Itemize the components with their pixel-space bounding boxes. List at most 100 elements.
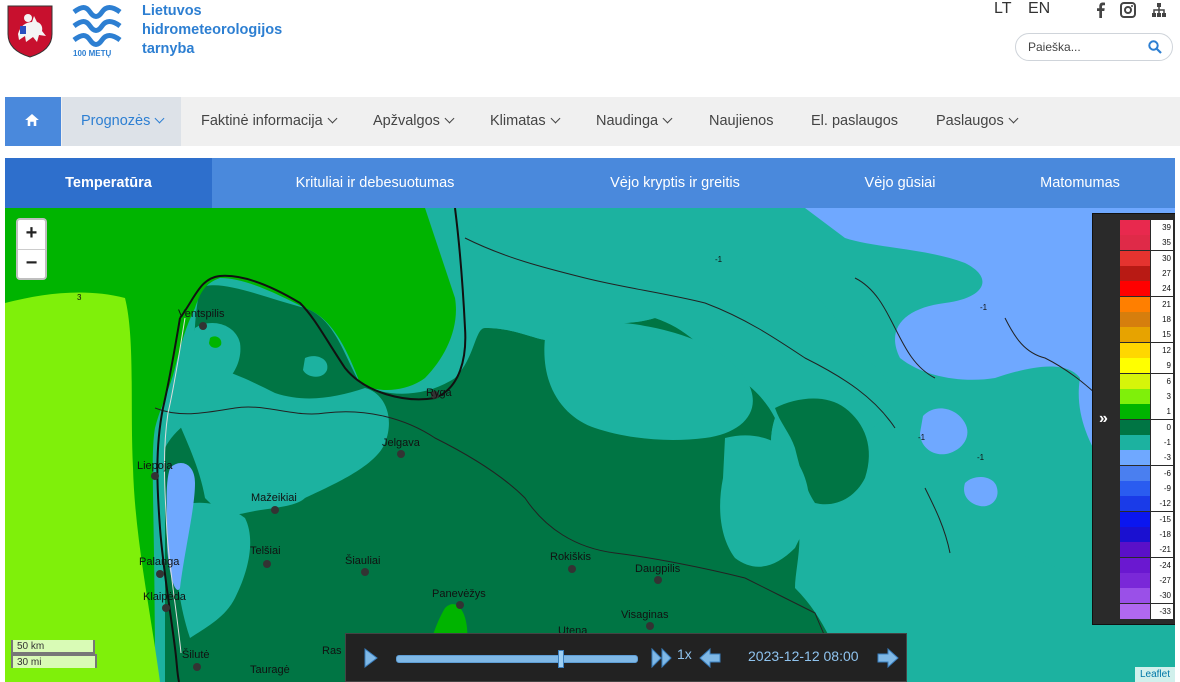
org-name-line: Lietuvos (142, 3, 202, 19)
nav-item-paslaugos[interactable]: Paslaugos (936, 97, 1019, 146)
legend-label: -27 (1151, 573, 1173, 589)
tab-temperatura[interactable]: Temperatūra (5, 158, 212, 208)
nav-home-button[interactable] (5, 97, 61, 146)
nav-item-apzvalgos[interactable]: Apžvalgos (373, 97, 455, 146)
logo-caption: 100 METŲ (73, 49, 112, 58)
chevron-down-icon (154, 113, 165, 124)
search-icon[interactable] (1148, 40, 1162, 54)
time-player: 1x 2023-12-12 08:00 (345, 633, 907, 682)
legend-swatch (1120, 557, 1150, 573)
tab-krituliai[interactable]: Krituliai ir debesuotumas (255, 158, 495, 208)
temperature-legend: » 39 35 30 27 24 21 18 15 12 9 6 3 1 0 -1 -3 -6 -9 -12 -15-… (1092, 213, 1175, 625)
legend-label: -12 (1151, 496, 1173, 512)
legend-swatch (1120, 235, 1150, 251)
chevron-down-icon (1008, 113, 1019, 124)
nav-item-naudinga[interactable]: Naudinga (596, 97, 673, 146)
leaflet-attribution-link[interactable]: Leaflet (1134, 667, 1175, 682)
nav-item-label: Naujienos (709, 113, 774, 129)
city-marker[interactable] (654, 576, 662, 584)
city-marker[interactable] (271, 506, 279, 514)
nav-item-label: El. paslaugos (811, 113, 899, 129)
legend-swatch (1120, 527, 1150, 542)
legend-label: 1 (1151, 404, 1173, 420)
legend-label: 12 (1151, 342, 1173, 358)
sitemap-icon[interactable] (1151, 2, 1167, 18)
zoom-out-button[interactable]: − (18, 250, 45, 279)
map-label: -1 (918, 433, 926, 442)
city-label: Šiauliai (345, 555, 381, 567)
legend-label: 27 (1151, 266, 1173, 282)
city-label: Palanga (139, 556, 180, 568)
city-label: Rokiškis (550, 551, 591, 563)
legend-swatch (1120, 542, 1150, 558)
city-label: Telšiai (250, 545, 281, 557)
nav-item-naujienos[interactable]: Naujienos (709, 97, 774, 146)
city-marker[interactable] (199, 322, 207, 330)
city-label: Ryga (426, 387, 452, 399)
scale-mi: 30 mi (11, 654, 97, 668)
forecast-tabs: Temperatūra Krituliai ir debesuotumas Vė… (5, 158, 1175, 208)
facebook-icon[interactable] (1093, 2, 1109, 18)
zoom-in-button[interactable]: + (18, 220, 45, 250)
lang-lt-link[interactable]: LT (994, 0, 1011, 18)
nav-item-label: Paslaugos (936, 113, 1004, 129)
search-box (1015, 33, 1173, 61)
lang-en-link[interactable]: EN (1028, 0, 1050, 18)
nav-item-label: Klimatas (490, 113, 546, 129)
city-label: Šilutė (182, 649, 210, 661)
play-icon[interactable] (364, 648, 378, 668)
city-marker[interactable] (397, 450, 405, 458)
legend-swatch (1120, 404, 1150, 420)
legend-label: 0 (1151, 419, 1173, 435)
legend-label: 30 (1151, 250, 1173, 266)
arrow-left-icon[interactable] (698, 647, 722, 669)
legend-swatch (1120, 496, 1150, 512)
legend-label: -21 (1151, 542, 1173, 558)
nav-item-label: Apžvalgos (373, 113, 440, 129)
site-header: 100 METŲ Lietuvos hidrometeorologijos ta… (0, 0, 1180, 96)
legend-label: 18 (1151, 312, 1173, 328)
tab-matomumas[interactable]: Matomumas (1015, 158, 1145, 208)
search-input[interactable] (1028, 39, 1138, 55)
city-label: Liepoja (137, 460, 173, 472)
city-marker[interactable] (193, 663, 201, 671)
city-marker[interactable] (361, 568, 369, 576)
playback-speed[interactable]: 1x (677, 646, 692, 662)
city-marker[interactable] (151, 472, 159, 480)
map-label: -1 (980, 303, 988, 312)
city-marker[interactable] (456, 601, 464, 609)
city-marker[interactable] (162, 604, 170, 612)
double-chevron-right-icon[interactable]: » (1099, 410, 1108, 428)
city-marker[interactable] (646, 622, 654, 630)
forecast-map[interactable]: 3 -1 -1 -1 -1 -1 Ventspilis Ryga Jelgava… (5, 208, 1175, 682)
tab-vejo-gusiai[interactable]: Vėjo gūsiai (825, 158, 975, 208)
city-marker[interactable] (568, 565, 576, 573)
legend-label: -6 (1151, 465, 1173, 481)
legend-label: -9 (1151, 480, 1173, 496)
time-slider[interactable] (396, 650, 638, 668)
arrow-right-icon[interactable] (876, 647, 900, 669)
nav-item-faktine-informacija[interactable]: Faktinė informacija (201, 97, 338, 146)
time-slider-handle[interactable] (558, 650, 565, 668)
city-marker[interactable] (156, 570, 164, 578)
zoom-control: + − (16, 218, 47, 280)
legend-swatch (1120, 281, 1150, 297)
map-label: -1 (715, 255, 723, 264)
nav-item-prognozes[interactable]: Prognozės (62, 97, 181, 146)
map-scale: 50 km 30 mi (11, 640, 97, 668)
org-name-line: tarnyba (142, 41, 195, 57)
nav-item-el-paslaugos[interactable]: El. paslaugos (811, 97, 898, 146)
legend-swatch (1120, 465, 1150, 481)
instagram-icon[interactable] (1120, 2, 1136, 18)
legend-swatch (1120, 450, 1150, 466)
coat-of-arms-icon[interactable] (6, 4, 54, 58)
city-marker[interactable] (263, 560, 271, 568)
org-name[interactable]: Lietuvos hidrometeorologijos tarnyba (142, 2, 282, 59)
legend-label: -15 (1151, 511, 1173, 527)
fast-forward-icon[interactable] (651, 648, 673, 668)
legend-swatch (1120, 573, 1150, 589)
tab-vejo-kryptis[interactable]: Vėjo kryptis ir greitis (565, 158, 785, 208)
legend-swatch (1120, 419, 1150, 435)
chevron-down-icon (444, 113, 455, 124)
nav-item-klimatas[interactable]: Klimatas (490, 97, 561, 146)
